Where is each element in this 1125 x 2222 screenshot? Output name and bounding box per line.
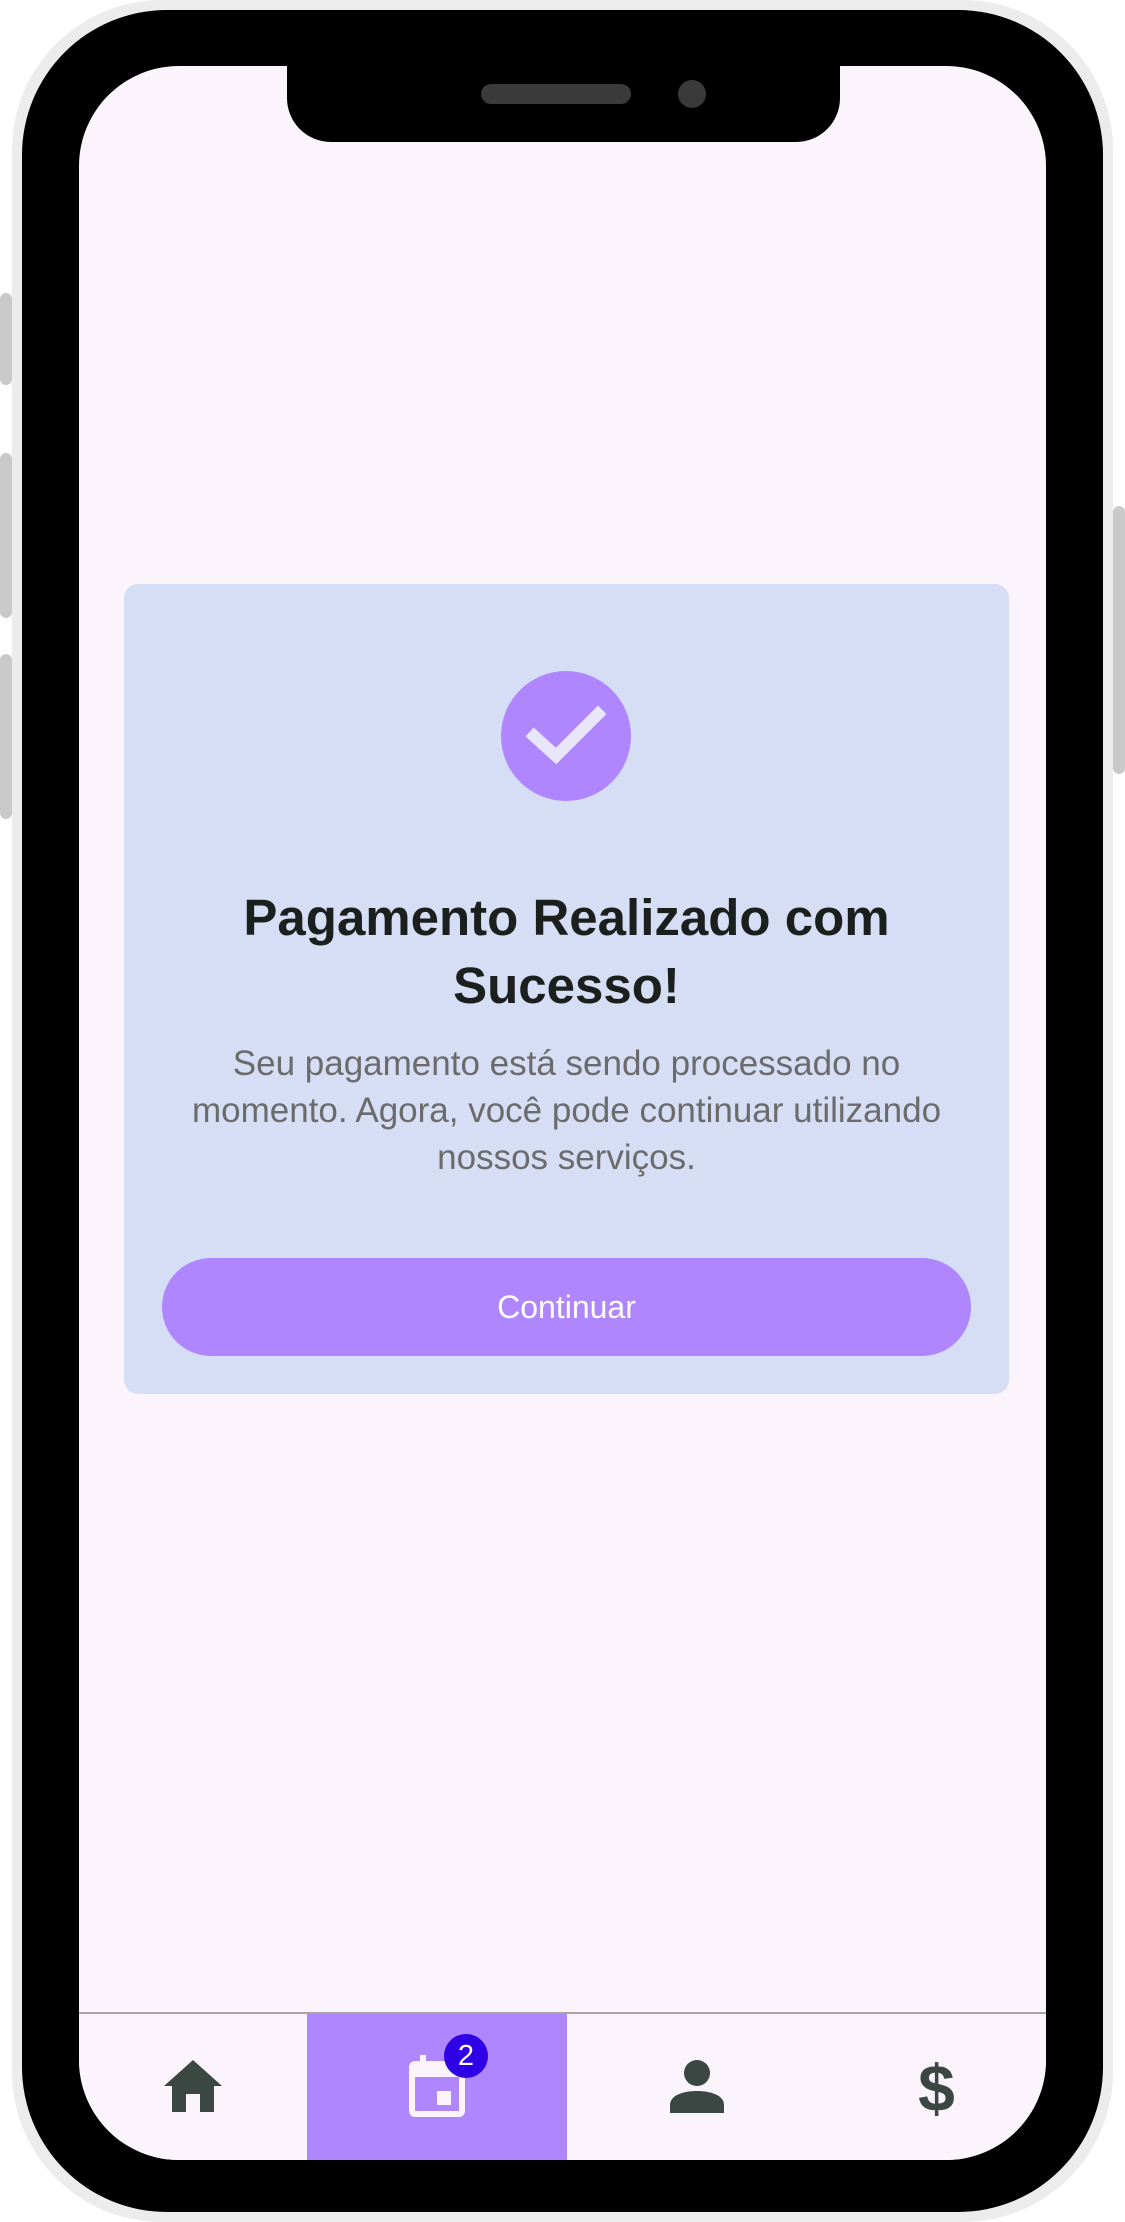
home-icon [162, 2058, 224, 2119]
side-button [1113, 506, 1125, 774]
device-frame: Pagamento Realizado com Sucesso! Seu pag… [0, 0, 1125, 2222]
speaker-grille [481, 84, 631, 104]
side-button [0, 654, 12, 819]
app-screen: Pagamento Realizado com Sucesso! Seu pag… [79, 66, 1046, 2160]
success-title: Pagamento Realizado com Sucesso! [243, 889, 890, 1014]
dollar-icon: $ [918, 2051, 955, 2125]
success-message: Seu pagamento está sendo processado no m… [191, 1044, 942, 1177]
front-camera [678, 80, 706, 108]
side-button [0, 293, 12, 385]
nav-item-payments[interactable]: $ [827, 2014, 1046, 2160]
notification-badge: 2 [444, 2034, 488, 2078]
notch [287, 66, 840, 142]
nav-item-profile[interactable] [567, 2014, 827, 2160]
bottom-navigation: 2 $ [79, 2012, 1046, 2160]
checkmark-icon [501, 671, 631, 801]
continue-button[interactable]: Continuar [162, 1258, 971, 1356]
person-icon [670, 2059, 724, 2118]
nav-item-calendar[interactable]: 2 [307, 2014, 567, 2160]
nav-item-home[interactable] [79, 2014, 307, 2160]
success-card: Pagamento Realizado com Sucesso! Seu pag… [124, 584, 1009, 1394]
side-button [0, 453, 12, 618]
